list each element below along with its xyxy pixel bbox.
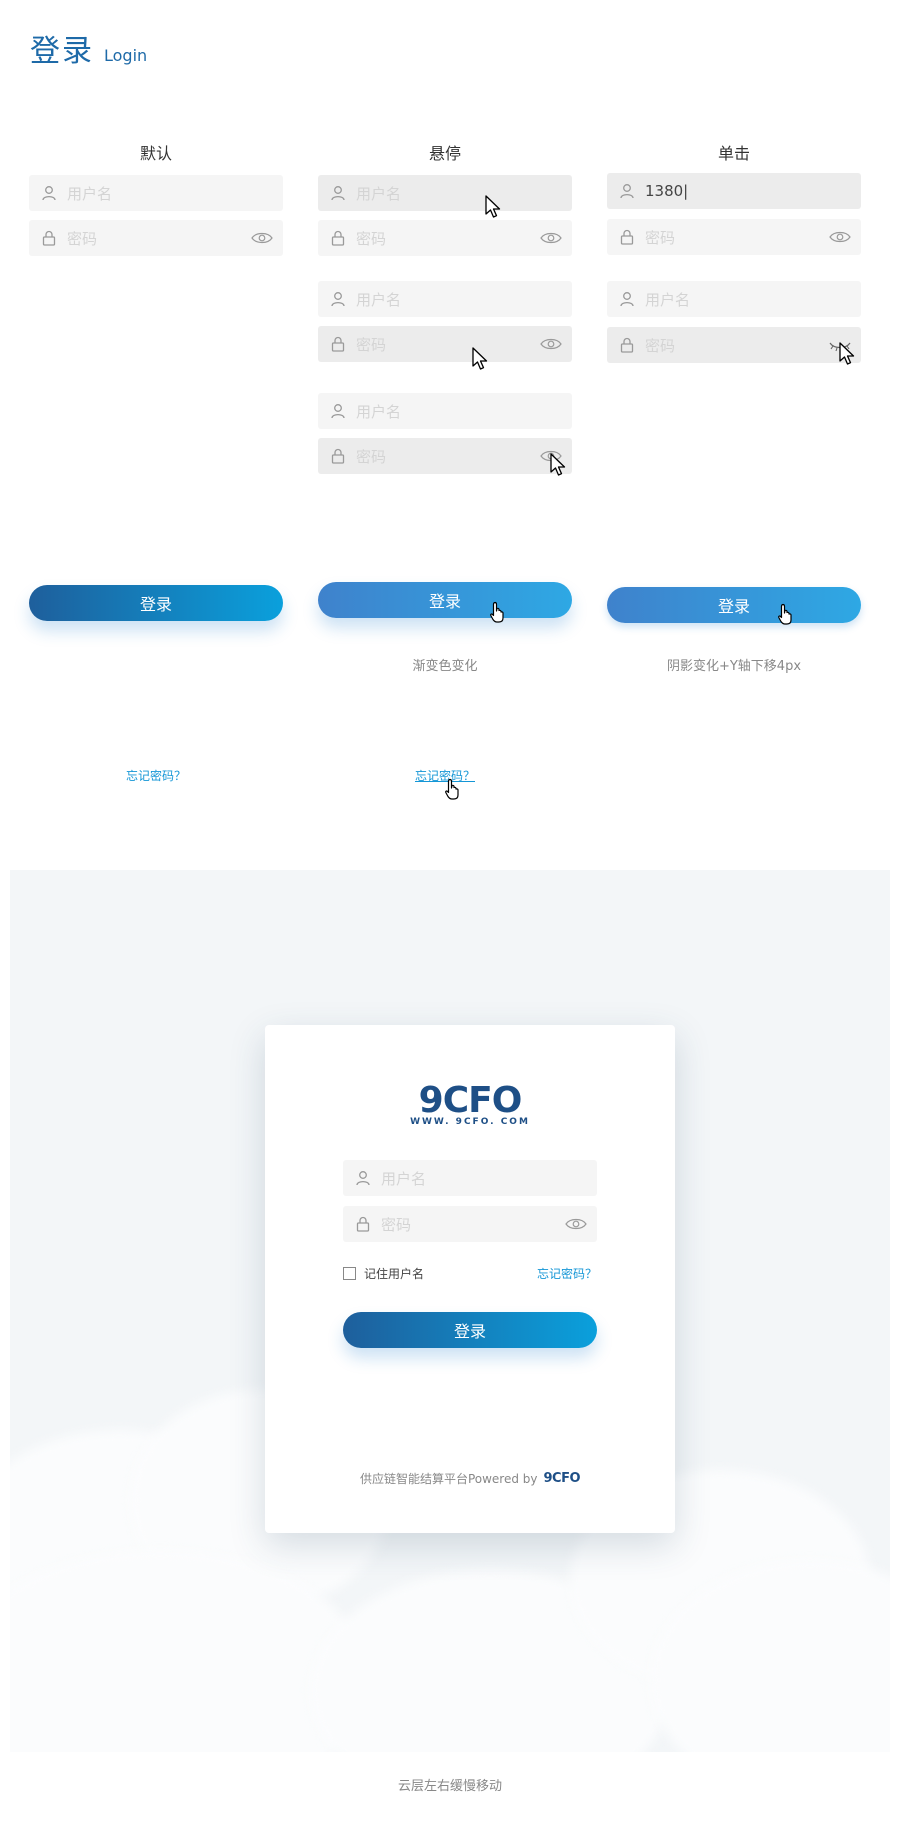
password-field[interactable]: 密码: [318, 220, 572, 256]
lock-icon: [330, 336, 346, 352]
bottom-caption: 云层左右缓慢移动: [397, 1779, 502, 1794]
card-footer: 供应链智能结算平台Powered by 9CFO: [265, 1470, 675, 1487]
eye-icon[interactable]: [829, 229, 851, 245]
forgot-password-link[interactable]: 忘记密码？: [29, 767, 283, 784]
brand-logo: 9CFO WWW. 9CFO. COM: [265, 1080, 675, 1128]
eye-icon[interactable]: [565, 1216, 587, 1232]
eye-icon[interactable]: [540, 230, 562, 246]
logo-url: WWW. 9CFO. COM: [410, 1117, 530, 1127]
user-icon: [41, 185, 57, 201]
lock-icon: [619, 337, 635, 353]
username-field-hover[interactable]: 用户名: [318, 175, 572, 211]
username-field-active[interactable]: 1380|: [607, 173, 861, 209]
username-field[interactable]: 用户名: [29, 175, 283, 211]
username-placeholder: 用户名: [67, 184, 113, 203]
hand-cursor-icon: [489, 601, 507, 623]
forgot-password-link[interactable]: 忘记密码？: [537, 1265, 597, 1282]
page-title: 登录 Login: [30, 26, 147, 70]
login-preview-scene: 9CFO WWW. 9CFO. COM 用户名 密码 记住用户名 忘记密码？ 登…: [10, 870, 890, 1752]
user-icon: [330, 185, 346, 201]
lock-icon: [41, 230, 57, 246]
username-field[interactable]: 用户名: [318, 393, 572, 429]
username-field[interactable]: 用户名: [318, 281, 572, 317]
click-note: 阴影变化+Y轴下移4px: [666, 659, 802, 674]
lock-icon: [330, 448, 346, 464]
password-field-hover[interactable]: 密码: [318, 326, 572, 362]
arrow-cursor-icon: [471, 347, 489, 371]
password-placeholder: 密码: [381, 1215, 412, 1234]
column-heading-hover: 悬停: [428, 144, 461, 163]
logo-text: 9CFO: [418, 1080, 523, 1121]
username-placeholder: 用户名: [356, 402, 402, 421]
column-heading-click: 单击: [717, 144, 750, 163]
username-placeholder: 用户名: [645, 290, 691, 309]
lock-icon: [330, 230, 346, 246]
username-value: 1380|: [645, 182, 689, 200]
password-placeholder: 密码: [356, 447, 387, 466]
password-placeholder: 密码: [356, 335, 387, 354]
password-placeholder: 密码: [67, 229, 98, 248]
footer-logo: 9CFO: [543, 1471, 581, 1486]
login-button-clicked[interactable]: 登录: [607, 587, 861, 623]
page-title-en: Login: [104, 46, 148, 65]
hand-cursor-icon: [777, 603, 795, 625]
login-card: 9CFO WWW. 9CFO. COM 用户名 密码 记住用户名 忘记密码？ 登…: [265, 1025, 675, 1533]
eye-icon[interactable]: [540, 336, 562, 352]
lock-icon: [355, 1216, 371, 1232]
remember-checkbox[interactable]: [343, 1267, 356, 1280]
lock-icon: [619, 229, 635, 245]
eye-icon[interactable]: [251, 230, 273, 246]
remember-label: 记住用户名: [364, 1267, 425, 1281]
password-placeholder: 密码: [645, 228, 676, 247]
user-icon: [355, 1170, 371, 1186]
user-icon: [619, 291, 635, 307]
username-field[interactable]: 用户名: [607, 281, 861, 317]
remember-username[interactable]: 记住用户名: [343, 1265, 424, 1282]
login-button-default[interactable]: 登录: [29, 585, 283, 621]
footer-text: 供应链智能结算平台Powered by: [359, 1472, 538, 1486]
forgot-password-label[interactable]: 忘记密码？: [126, 769, 186, 783]
password-field[interactable]: 密码: [343, 1206, 597, 1242]
password-field[interactable]: 密码: [607, 219, 861, 255]
password-field[interactable]: 密码: [29, 220, 283, 256]
username-field[interactable]: 用户名: [343, 1160, 597, 1196]
user-icon: [619, 183, 635, 199]
username-placeholder: 用户名: [381, 1169, 427, 1188]
user-icon: [330, 403, 346, 419]
arrow-cursor-icon: [484, 195, 502, 219]
login-button-hover[interactable]: 登录: [318, 582, 572, 618]
hand-cursor-icon: [444, 778, 462, 800]
username-placeholder: 用户名: [356, 290, 402, 309]
hover-note: 渐变色变化: [412, 659, 478, 674]
arrow-cursor-icon: [838, 342, 856, 366]
password-placeholder: 密码: [356, 229, 387, 248]
password-field-eye-hover[interactable]: 密码: [318, 438, 572, 474]
login-button[interactable]: 登录: [343, 1312, 597, 1348]
page-title-zh: 登录: [30, 34, 94, 69]
column-heading-default: 默认: [139, 144, 172, 163]
user-icon: [330, 291, 346, 307]
arrow-cursor-icon: [549, 453, 567, 477]
password-field-eye-clicked[interactable]: 密码: [607, 327, 861, 363]
username-placeholder: 用户名: [356, 184, 402, 203]
password-placeholder: 密码: [645, 336, 676, 355]
